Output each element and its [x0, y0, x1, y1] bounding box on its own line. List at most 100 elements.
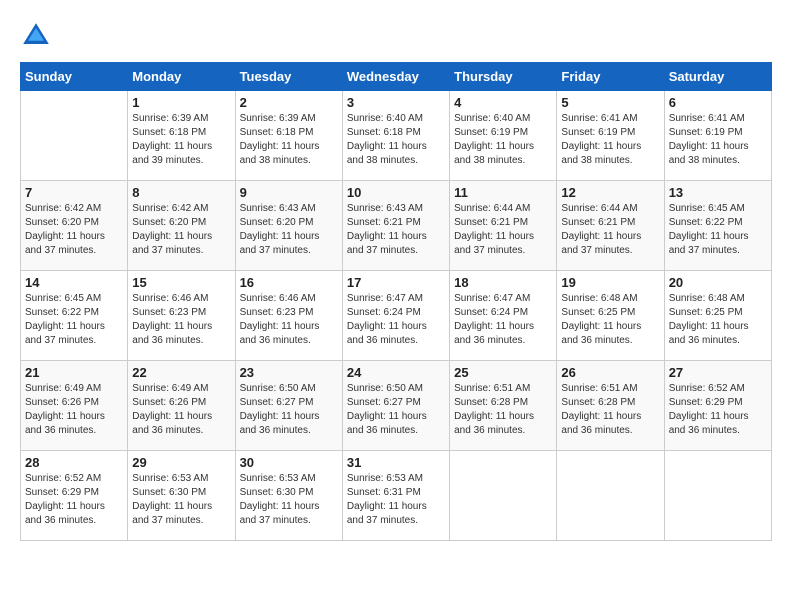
day-number: 7 [25, 185, 123, 200]
day-detail: Sunrise: 6:44 AM Sunset: 6:21 PM Dayligh… [561, 202, 659, 258]
day-detail: Sunrise: 6:48 AM Sunset: 6:25 PM Dayligh… [669, 292, 767, 348]
logo-icon [20, 20, 52, 52]
day-detail: Sunrise: 6:44 AM Sunset: 6:21 PM Dayligh… [454, 202, 552, 258]
day-number: 9 [240, 185, 338, 200]
day-cell: 2 Sunrise: 6:39 AM Sunset: 6:18 PM Daylig… [235, 91, 342, 181]
day-detail: Sunrise: 6:51 AM Sunset: 6:28 PM Dayligh… [561, 382, 659, 438]
day-number: 29 [132, 455, 230, 470]
col-header-sunday: Sunday [21, 63, 128, 91]
day-cell: 4 Sunrise: 6:40 AM Sunset: 6:19 PM Daylig… [450, 91, 557, 181]
day-detail: Sunrise: 6:43 AM Sunset: 6:21 PM Dayligh… [347, 202, 445, 258]
day-detail: Sunrise: 6:39 AM Sunset: 6:18 PM Dayligh… [132, 112, 230, 168]
col-header-thursday: Thursday [450, 63, 557, 91]
week-row-5: 28 Sunrise: 6:52 AM Sunset: 6:29 PM Dayli… [21, 451, 772, 541]
day-number: 24 [347, 365, 445, 380]
day-detail: Sunrise: 6:53 AM Sunset: 6:31 PM Dayligh… [347, 472, 445, 528]
day-cell: 22 Sunrise: 6:49 AM Sunset: 6:26 PM Dayli… [128, 361, 235, 451]
day-cell: 12 Sunrise: 6:44 AM Sunset: 6:21 PM Dayli… [557, 181, 664, 271]
day-cell: 13 Sunrise: 6:45 AM Sunset: 6:22 PM Dayli… [664, 181, 771, 271]
day-cell: 19 Sunrise: 6:48 AM Sunset: 6:25 PM Dayli… [557, 271, 664, 361]
day-cell: 31 Sunrise: 6:53 AM Sunset: 6:31 PM Dayli… [342, 451, 449, 541]
day-cell: 10 Sunrise: 6:43 AM Sunset: 6:21 PM Dayli… [342, 181, 449, 271]
day-detail: Sunrise: 6:40 AM Sunset: 6:19 PM Dayligh… [454, 112, 552, 168]
day-detail: Sunrise: 6:47 AM Sunset: 6:24 PM Dayligh… [454, 292, 552, 348]
day-cell: 7 Sunrise: 6:42 AM Sunset: 6:20 PM Daylig… [21, 181, 128, 271]
day-detail: Sunrise: 6:52 AM Sunset: 6:29 PM Dayligh… [25, 472, 123, 528]
day-number: 10 [347, 185, 445, 200]
calendar-table: SundayMondayTuesdayWednesdayThursdayFrid… [20, 62, 772, 541]
day-number: 23 [240, 365, 338, 380]
day-cell: 1 Sunrise: 6:39 AM Sunset: 6:18 PM Daylig… [128, 91, 235, 181]
day-cell: 6 Sunrise: 6:41 AM Sunset: 6:19 PM Daylig… [664, 91, 771, 181]
day-detail: Sunrise: 6:48 AM Sunset: 6:25 PM Dayligh… [561, 292, 659, 348]
week-row-1: 1 Sunrise: 6:39 AM Sunset: 6:18 PM Daylig… [21, 91, 772, 181]
day-cell: 17Sunrise: 6:47 AM Sunset: 6:24 PM Dayli… [342, 271, 449, 361]
col-header-monday: Monday [128, 63, 235, 91]
day-cell: 25 Sunrise: 6:51 AM Sunset: 6:28 PM Dayli… [450, 361, 557, 451]
day-number: 4 [454, 95, 552, 110]
col-header-saturday: Saturday [664, 63, 771, 91]
day-detail: Sunrise: 6:51 AM Sunset: 6:28 PM Dayligh… [454, 382, 552, 438]
page-header [20, 20, 772, 52]
day-cell [664, 451, 771, 541]
day-detail: Sunrise: 6:42 AM Sunset: 6:20 PM Dayligh… [25, 202, 123, 258]
day-cell: 24 Sunrise: 6:50 AM Sunset: 6:27 PM Dayli… [342, 361, 449, 451]
day-number: 20 [669, 275, 767, 290]
day-number: 6 [669, 95, 767, 110]
day-number: 22 [132, 365, 230, 380]
day-cell: 18 Sunrise: 6:47 AM Sunset: 6:24 PM Dayli… [450, 271, 557, 361]
day-number: 26 [561, 365, 659, 380]
day-number: 21 [25, 365, 123, 380]
day-detail: Sunrise: 6:47 AM Sunset: 6:24 PM Dayligh… [347, 292, 445, 348]
day-detail: Sunrise: 6:45 AM Sunset: 6:22 PM Dayligh… [669, 202, 767, 258]
logo [20, 20, 56, 52]
day-detail: Sunrise: 6:49 AM Sunset: 6:26 PM Dayligh… [25, 382, 123, 438]
day-detail: Sunrise: 6:50 AM Sunset: 6:27 PM Dayligh… [240, 382, 338, 438]
day-detail: Sunrise: 6:53 AM Sunset: 6:30 PM Dayligh… [240, 472, 338, 528]
col-header-friday: Friday [557, 63, 664, 91]
day-number: 30 [240, 455, 338, 470]
day-detail: Sunrise: 6:43 AM Sunset: 6:20 PM Dayligh… [240, 202, 338, 258]
day-detail: Sunrise: 6:52 AM Sunset: 6:29 PM Dayligh… [669, 382, 767, 438]
col-header-tuesday: Tuesday [235, 63, 342, 91]
day-number: 12 [561, 185, 659, 200]
day-cell: 23 Sunrise: 6:50 AM Sunset: 6:27 PM Dayli… [235, 361, 342, 451]
day-cell: 14Sunrise: 6:45 AM Sunset: 6:22 PM Dayli… [21, 271, 128, 361]
week-row-3: 14Sunrise: 6:45 AM Sunset: 6:22 PM Dayli… [21, 271, 772, 361]
day-detail: Sunrise: 6:41 AM Sunset: 6:19 PM Dayligh… [669, 112, 767, 168]
day-number: 3 [347, 95, 445, 110]
col-header-wednesday: Wednesday [342, 63, 449, 91]
day-cell: 20 Sunrise: 6:48 AM Sunset: 6:25 PM Dayli… [664, 271, 771, 361]
day-cell: 21 Sunrise: 6:49 AM Sunset: 6:26 PM Dayli… [21, 361, 128, 451]
day-number: 13 [669, 185, 767, 200]
day-number: 25 [454, 365, 552, 380]
day-cell: 8Sunrise: 6:42 AM Sunset: 6:20 PM Daylig… [128, 181, 235, 271]
day-number: 18 [454, 275, 552, 290]
day-detail: Sunrise: 6:39 AM Sunset: 6:18 PM Dayligh… [240, 112, 338, 168]
day-number: 11 [454, 185, 552, 200]
day-detail: Sunrise: 6:40 AM Sunset: 6:18 PM Dayligh… [347, 112, 445, 168]
day-number: 31 [347, 455, 445, 470]
day-cell: 28 Sunrise: 6:52 AM Sunset: 6:29 PM Dayli… [21, 451, 128, 541]
day-cell: 16Sunrise: 6:46 AM Sunset: 6:23 PM Dayli… [235, 271, 342, 361]
day-cell: 26 Sunrise: 6:51 AM Sunset: 6:28 PM Dayli… [557, 361, 664, 451]
day-number: 16 [240, 275, 338, 290]
day-cell: 15Sunrise: 6:46 AM Sunset: 6:23 PM Dayli… [128, 271, 235, 361]
day-detail: Sunrise: 6:53 AM Sunset: 6:30 PM Dayligh… [132, 472, 230, 528]
day-cell [21, 91, 128, 181]
day-number: 1 [132, 95, 230, 110]
day-detail: Sunrise: 6:49 AM Sunset: 6:26 PM Dayligh… [132, 382, 230, 438]
day-detail: Sunrise: 6:50 AM Sunset: 6:27 PM Dayligh… [347, 382, 445, 438]
day-number: 28 [25, 455, 123, 470]
day-number: 19 [561, 275, 659, 290]
day-detail: Sunrise: 6:41 AM Sunset: 6:19 PM Dayligh… [561, 112, 659, 168]
day-number: 15 [132, 275, 230, 290]
day-number: 14 [25, 275, 123, 290]
day-cell: 11 Sunrise: 6:44 AM Sunset: 6:21 PM Dayli… [450, 181, 557, 271]
day-cell: 30 Sunrise: 6:53 AM Sunset: 6:30 PM Dayli… [235, 451, 342, 541]
day-detail: Sunrise: 6:42 AM Sunset: 6:20 PM Dayligh… [132, 202, 230, 258]
day-cell: 9 Sunrise: 6:43 AM Sunset: 6:20 PM Daylig… [235, 181, 342, 271]
day-cell: 5Sunrise: 6:41 AM Sunset: 6:19 PM Daylig… [557, 91, 664, 181]
day-number: 2 [240, 95, 338, 110]
calendar-header-row: SundayMondayTuesdayWednesdayThursdayFrid… [21, 63, 772, 91]
